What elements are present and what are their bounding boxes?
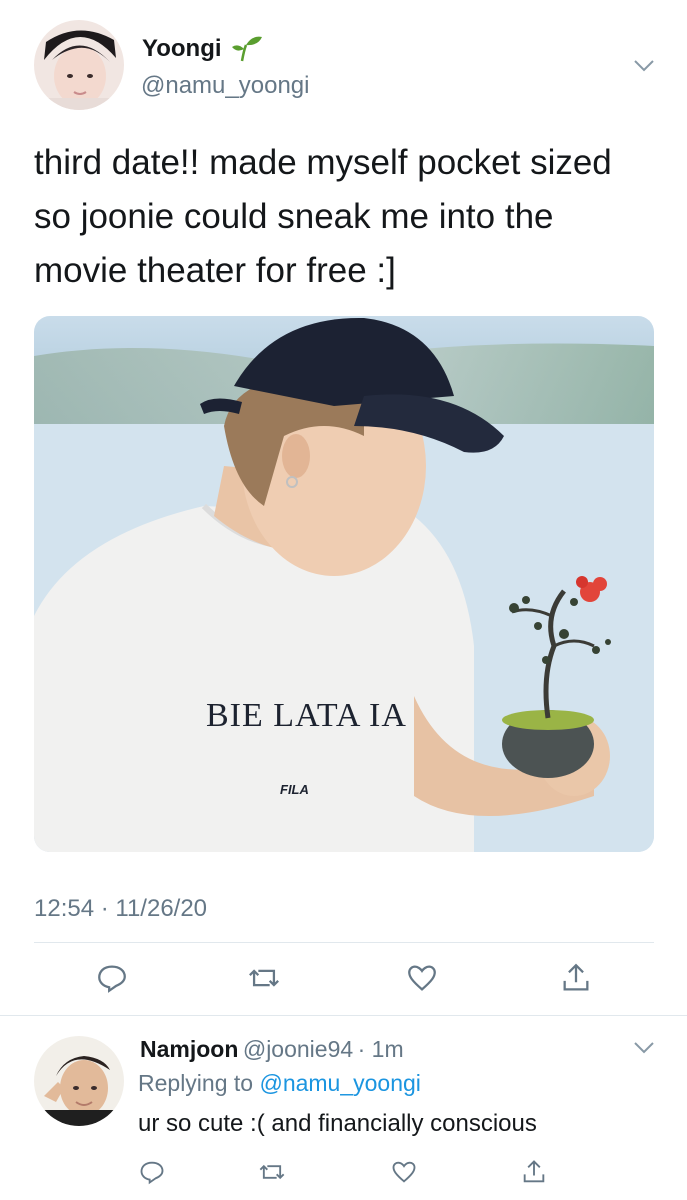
share-icon: [523, 1160, 545, 1183]
reply-text: ur so cute :( and financially conscious: [138, 1110, 537, 1137]
reply-reply-button[interactable]: [132, 1152, 172, 1192]
reply-icon: [98, 965, 126, 993]
reply-button[interactable]: [92, 958, 132, 998]
reply-author-name[interactable]: Namjoon: [140, 1036, 238, 1062]
tweet-text-line: movie theater for free :]: [34, 251, 396, 290]
author-avatar-image: [34, 20, 124, 110]
reply-avatar-image: [34, 1036, 124, 1126]
reply-share-button[interactable]: [514, 1152, 554, 1192]
share-button[interactable]: [556, 958, 596, 998]
reply-avatar[interactable]: [34, 1036, 124, 1126]
retweet-icon: [259, 1164, 285, 1180]
tweet-text: third date!! made myself pocket sized so…: [34, 136, 664, 298]
retweet-icon: [249, 969, 279, 987]
tweet-text-line: third date!! made myself pocket sized: [34, 143, 612, 182]
photo-image: BIE LATA IA FILA: [34, 316, 654, 852]
like-icon: [408, 965, 436, 991]
reply-time: · 1m: [357, 1036, 404, 1062]
divider: [34, 942, 654, 943]
chevron-down-icon[interactable]: [632, 58, 656, 74]
tweet-text-line: so joonie could sneak me into the: [34, 197, 554, 236]
shirt-print-text: BIE LATA IA: [206, 697, 407, 734]
author-handle[interactable]: @namu_yoongi: [141, 72, 309, 100]
author-name[interactable]: Yoongi: [142, 35, 222, 63]
reply-chevron-down-icon[interactable]: [632, 1040, 656, 1056]
author-avatar[interactable]: [34, 20, 124, 110]
divider: [0, 1015, 687, 1016]
like-button[interactable]: [402, 958, 442, 998]
reply-header: Namjoon @joonie94 · 1m: [140, 1036, 404, 1063]
tweet-photo[interactable]: BIE LATA IA FILA: [34, 316, 654, 852]
retweet-button[interactable]: [244, 958, 284, 998]
replying-to-line: Replying to @namu_yoongi: [138, 1070, 421, 1097]
reply-retweet-button[interactable]: [252, 1152, 292, 1192]
tweet-timestamp[interactable]: 12:54 · 11/26/20: [34, 895, 207, 923]
replying-to-label: Replying to: [138, 1070, 254, 1096]
shirt-brand-text: FILA: [280, 782, 309, 797]
reply-author-handle[interactable]: @joonie94: [243, 1036, 353, 1062]
like-icon: [392, 1161, 416, 1183]
replying-to-link[interactable]: @namu_yoongi: [259, 1070, 420, 1096]
share-icon: [563, 963, 589, 991]
sprout-icon: [230, 34, 264, 62]
reply-like-button[interactable]: [384, 1152, 424, 1192]
reply-icon: [140, 1161, 164, 1185]
